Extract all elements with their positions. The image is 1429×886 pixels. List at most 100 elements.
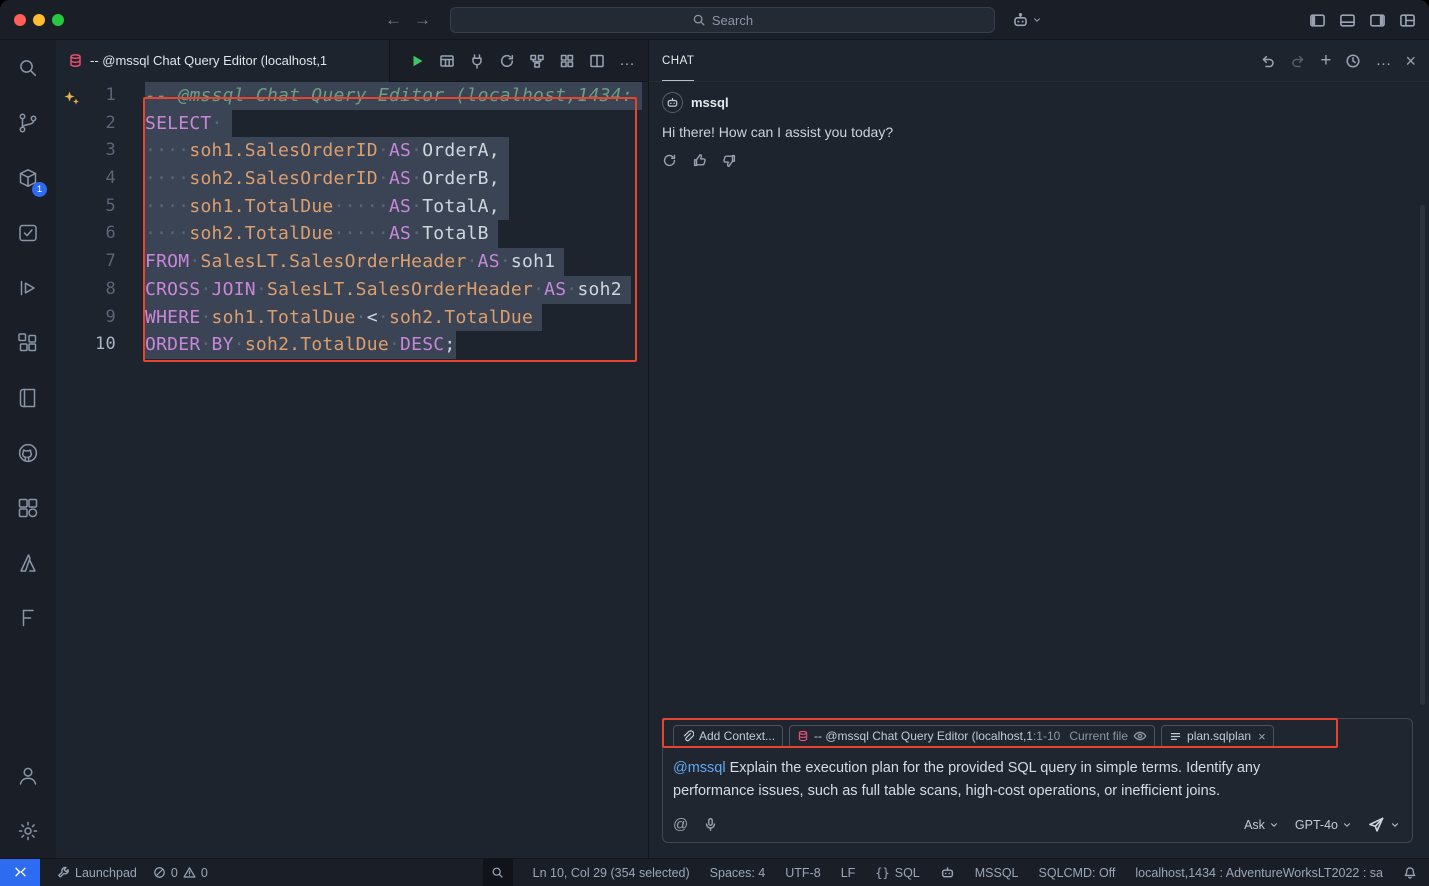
- send-icon: [1368, 816, 1385, 833]
- search-icon: [16, 56, 40, 80]
- remove-context-button[interactable]: ×: [1258, 729, 1266, 744]
- statusbar-copilot[interactable]: [940, 865, 955, 880]
- code-line[interactable]: 5····soh1.TotalDue·····AS·TotalA,: [56, 193, 648, 221]
- customize-layout-icon[interactable]: [1399, 12, 1416, 29]
- thumbs-up-icon[interactable]: [692, 153, 707, 168]
- chat-scrollbar[interactable]: [1420, 205, 1425, 705]
- activity-containers[interactable]: 1: [0, 150, 56, 205]
- chat-input-text[interactable]: @mssql Explain the execution plan for th…: [673, 757, 1345, 803]
- gear-icon: [16, 819, 40, 843]
- split-editor-button[interactable]: [584, 48, 610, 74]
- code-line[interactable]: 9WHERE·soh1.TotalDue·<·soh2.TotalDue: [56, 304, 648, 332]
- activity-notebook[interactable]: [0, 370, 56, 425]
- statusbar-sqlcmd[interactable]: SQLCMD: Off: [1039, 866, 1116, 880]
- activity-run-debug[interactable]: [0, 260, 56, 315]
- maximize-window-button[interactable]: [52, 14, 64, 26]
- thumbs-down-icon[interactable]: [722, 153, 737, 168]
- activity-github[interactable]: [0, 425, 56, 480]
- toggle-secondary-sidebar-icon[interactable]: [1369, 12, 1386, 29]
- statusbar-connection[interactable]: localhost,1434 : AdventureWorksLT2022 : …: [1135, 866, 1383, 880]
- eye-icon[interactable]: [1133, 729, 1147, 743]
- undo-icon[interactable]: [1260, 53, 1276, 69]
- microphone-icon[interactable]: [703, 817, 718, 832]
- copilot-menu-button[interactable]: [1012, 8, 1042, 32]
- chat-more-actions-button[interactable]: …: [1375, 52, 1391, 70]
- query-plan-button[interactable]: [554, 48, 580, 74]
- context-chips-row: Add Context... -- @mssql Chat Query Edit…: [673, 724, 1402, 748]
- minimize-window-button[interactable]: [33, 14, 45, 26]
- go-back-button[interactable]: ←: [385, 10, 402, 30]
- code-editor[interactable]: 1-- @mssql Chat Query Editor (localhost,…: [56, 82, 648, 858]
- prompt-text: Explain the execution plan for the provi…: [673, 760, 1260, 799]
- statusbar-mssql-profile[interactable]: MSSQL: [975, 866, 1019, 880]
- mssql-mention[interactable]: @mssql: [673, 760, 726, 776]
- activity-source-control[interactable]: [0, 95, 56, 150]
- model-selector[interactable]: GPT-4o: [1295, 818, 1352, 832]
- chat-history-icon[interactable]: [1345, 53, 1361, 69]
- activity-search[interactable]: [0, 40, 56, 95]
- braces-icon: {}: [875, 866, 889, 880]
- activity-components[interactable]: [0, 480, 56, 535]
- code-line[interactable]: 4····soh2.SalesOrderID·AS·OrderB,: [56, 165, 648, 193]
- editor-more-actions-button[interactable]: …: [614, 48, 640, 74]
- mode-selector[interactable]: Ask: [1244, 818, 1279, 832]
- code-line[interactable]: 2SELECT·: [56, 110, 648, 138]
- send-button[interactable]: [1368, 816, 1400, 833]
- run-query-button[interactable]: [404, 48, 430, 74]
- chevron-down-icon[interactable]: [1390, 820, 1400, 830]
- statusbar-indentation[interactable]: Spaces: 4: [710, 866, 766, 880]
- tab-query-editor[interactable]: -- @mssql Chat Query Editor (localhost,1: [56, 40, 390, 82]
- code-line[interactable]: 8CROSS·JOIN·SalesLT.SalesOrderHeader·AS·…: [56, 276, 648, 304]
- status-bar-left: Launchpad 0 0: [0, 859, 208, 886]
- statusbar-launchpad[interactable]: Launchpad: [56, 866, 137, 880]
- regenerate-icon[interactable]: [662, 153, 677, 168]
- code-line[interactable]: 6····soh2.TotalDue·····AS·TotalB: [56, 220, 648, 248]
- mention-button[interactable]: @: [673, 816, 688, 833]
- chat-input-toolbar: @ Ask GPT-4o: [673, 816, 1400, 833]
- toggle-panel-icon[interactable]: [1339, 12, 1356, 29]
- notifications-bell[interactable]: [1403, 866, 1417, 880]
- add-context-button[interactable]: Add Context...: [673, 725, 783, 748]
- estimated-plan-button[interactable]: [524, 48, 550, 74]
- activity-azure[interactable]: [0, 535, 56, 590]
- remote-indicator[interactable]: [0, 859, 40, 886]
- activity-tasks[interactable]: [0, 205, 56, 260]
- command-center-search[interactable]: Search: [450, 7, 995, 33]
- layout-controls: [1309, 0, 1416, 40]
- code-line[interactable]: 3····soh1.SalesOrderID·AS·OrderA,: [56, 137, 648, 165]
- go-forward-button[interactable]: →: [414, 10, 431, 30]
- code-line[interactable]: 10ORDER·BY·soh2.TotalDue·DESC;: [56, 331, 648, 359]
- code-line[interactable]: 1-- @mssql Chat Query Editor (localhost,…: [56, 82, 648, 110]
- context-chip-plan-file[interactable]: plan.sqlplan ×: [1161, 725, 1274, 748]
- redo-icon[interactable]: [1290, 53, 1306, 69]
- copilot-sparkle-icon[interactable]: [63, 89, 80, 106]
- close-window-button[interactable]: [14, 14, 26, 26]
- checklist-icon: [16, 221, 40, 245]
- activity-database-projects[interactable]: [0, 590, 56, 645]
- activity-settings[interactable]: [0, 803, 56, 858]
- statusbar-encoding[interactable]: UTF-8: [785, 866, 820, 880]
- mssql-bot-icon: [666, 96, 679, 109]
- split-editor-icon: [589, 53, 605, 69]
- close-chat-button[interactable]: ×: [1405, 53, 1416, 69]
- chat-panel-title[interactable]: CHAT: [662, 55, 694, 67]
- magnifier-icon: [491, 866, 504, 879]
- results-grid-button[interactable]: [434, 48, 460, 74]
- activity-accounts[interactable]: [0, 748, 56, 803]
- context-file-badge: Current file: [1069, 729, 1128, 743]
- history-navigation: ← →: [385, 0, 431, 40]
- statusbar-cursor-position[interactable]: Ln 10, Col 29 (354 selected): [533, 866, 690, 880]
- context-chip-current-file[interactable]: -- @mssql Chat Query Editor (localhost,1…: [789, 725, 1155, 748]
- connect-button[interactable]: [464, 48, 490, 74]
- activity-extensions[interactable]: [0, 315, 56, 370]
- new-chat-button[interactable]: +: [1320, 53, 1331, 69]
- toggle-primary-sidebar-icon[interactable]: [1309, 12, 1326, 29]
- statusbar-eol[interactable]: LF: [841, 866, 856, 880]
- line-number: 7: [56, 248, 116, 276]
- database-projects-icon: [16, 606, 40, 630]
- statusbar-language[interactable]: {}SQL: [875, 866, 919, 880]
- code-line[interactable]: 7FROM·SalesLT.SalesOrderHeader·AS·soh1: [56, 248, 648, 276]
- change-connection-button[interactable]: [494, 48, 520, 74]
- chat-input-container[interactable]: Add Context... -- @mssql Chat Query Edit…: [662, 718, 1413, 843]
- statusbar-problems[interactable]: 0 0: [153, 866, 208, 880]
